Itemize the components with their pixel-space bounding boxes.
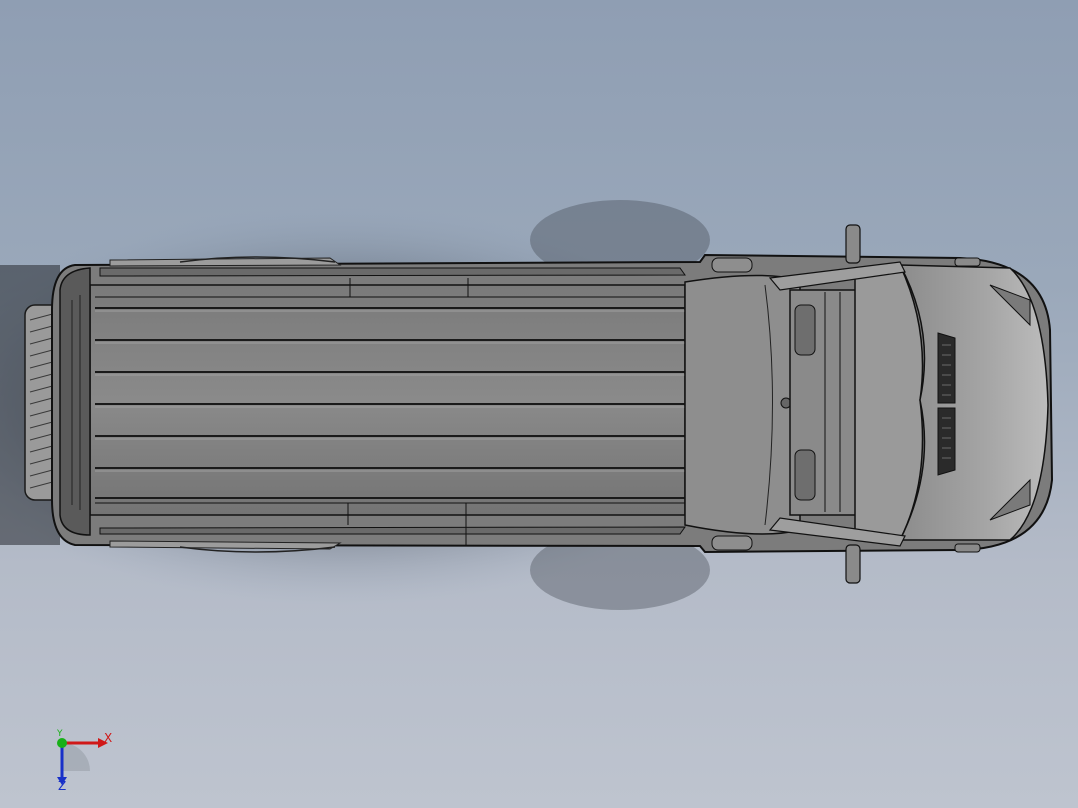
triad-y-label: Y <box>57 729 63 739</box>
roof-panel <box>89 278 686 545</box>
coordinate-triad: X Y Z <box>40 725 130 795</box>
cab <box>684 274 861 535</box>
triad-x-label: X <box>104 731 113 745</box>
graphics-viewport[interactable]: X Y Z <box>0 0 1078 808</box>
triad-axes-icon <box>57 738 108 785</box>
rear-end <box>59 267 91 536</box>
triad-z-label: Z <box>58 779 67 793</box>
van-model-top-view[interactable] <box>0 0 1078 808</box>
